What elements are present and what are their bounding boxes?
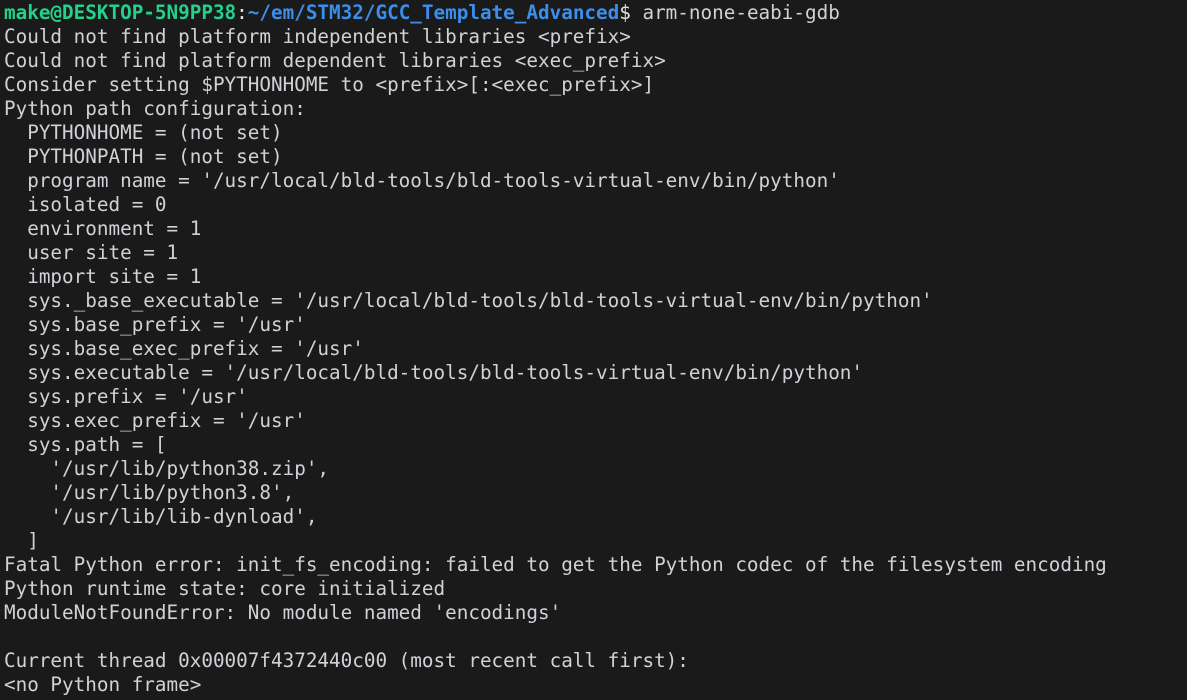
prompt-separator: : xyxy=(236,1,248,24)
terminal-output-line: PYTHONHOME = (not set) xyxy=(4,121,283,144)
terminal-output-line: <no Python frame> xyxy=(4,673,202,696)
prompt-command: arm-none-eabi-gdb xyxy=(630,1,840,24)
terminal-window[interactable]: make@DESKTOP-5N9PP38:~/em/STM32/GCC_Temp… xyxy=(0,0,1187,700)
terminal-output-line: '/usr/lib/python38.zip', xyxy=(4,457,330,480)
terminal-output-line: Current thread 0x00007f4372440c00 (most … xyxy=(4,649,689,672)
terminal-output-line: sys.exec_prefix = '/usr' xyxy=(4,409,306,432)
terminal-output-line: '/usr/lib/python3.8', xyxy=(4,481,295,504)
terminal-output-line: sys.executable = '/usr/local/bld-tools/b… xyxy=(4,361,864,384)
terminal-output-line: program name = '/usr/local/bld-tools/bld… xyxy=(4,169,840,192)
terminal-output-line: Python path configuration: xyxy=(4,97,306,120)
terminal-output-line: ModuleNotFoundError: No module named 'en… xyxy=(4,601,562,624)
terminal-output-line: sys.path = [ xyxy=(4,433,167,456)
terminal-output-line: environment = 1 xyxy=(4,217,202,240)
terminal-output-line: PYTHONPATH = (not set) xyxy=(4,145,283,168)
terminal-output-line: import site = 1 xyxy=(4,265,202,288)
terminal-output-line: user site = 1 xyxy=(4,241,179,264)
terminal-output-line: Could not find platform independent libr… xyxy=(4,25,631,48)
terminal-output-line: sys._base_executable = '/usr/local/bld-t… xyxy=(4,289,933,312)
terminal-output-line: Python runtime state: core initialized xyxy=(4,577,446,600)
terminal-output-line: sys.prefix = '/usr' xyxy=(4,385,248,408)
terminal-output-line: ] xyxy=(4,529,39,552)
terminal-output-line: Consider setting $PYTHONHOME to <prefix>… xyxy=(4,73,655,96)
terminal-output-line: sys.base_exec_prefix = '/usr' xyxy=(4,337,364,360)
terminal-output-line: '/usr/lib/lib-dynload', xyxy=(4,505,318,528)
prompt-user-host: make@DESKTOP-5N9PP38 xyxy=(4,1,237,24)
prompt-line: make@DESKTOP-5N9PP38:~/em/STM32/GCC_Temp… xyxy=(4,1,1187,25)
terminal-output-line: isolated = 0 xyxy=(4,193,167,216)
prompt-symbol: $ xyxy=(619,1,631,24)
prompt-path: ~/em/STM32/GCC_Template_Advanced xyxy=(247,1,620,24)
terminal-output-line: Fatal Python error: init_fs_encoding: fa… xyxy=(4,553,1107,576)
terminal-output-line: Could not find platform dependent librar… xyxy=(4,49,666,72)
terminal-output-line: sys.base_prefix = '/usr' xyxy=(4,313,306,336)
terminal-output: Could not find platform independent libr… xyxy=(4,25,1187,697)
